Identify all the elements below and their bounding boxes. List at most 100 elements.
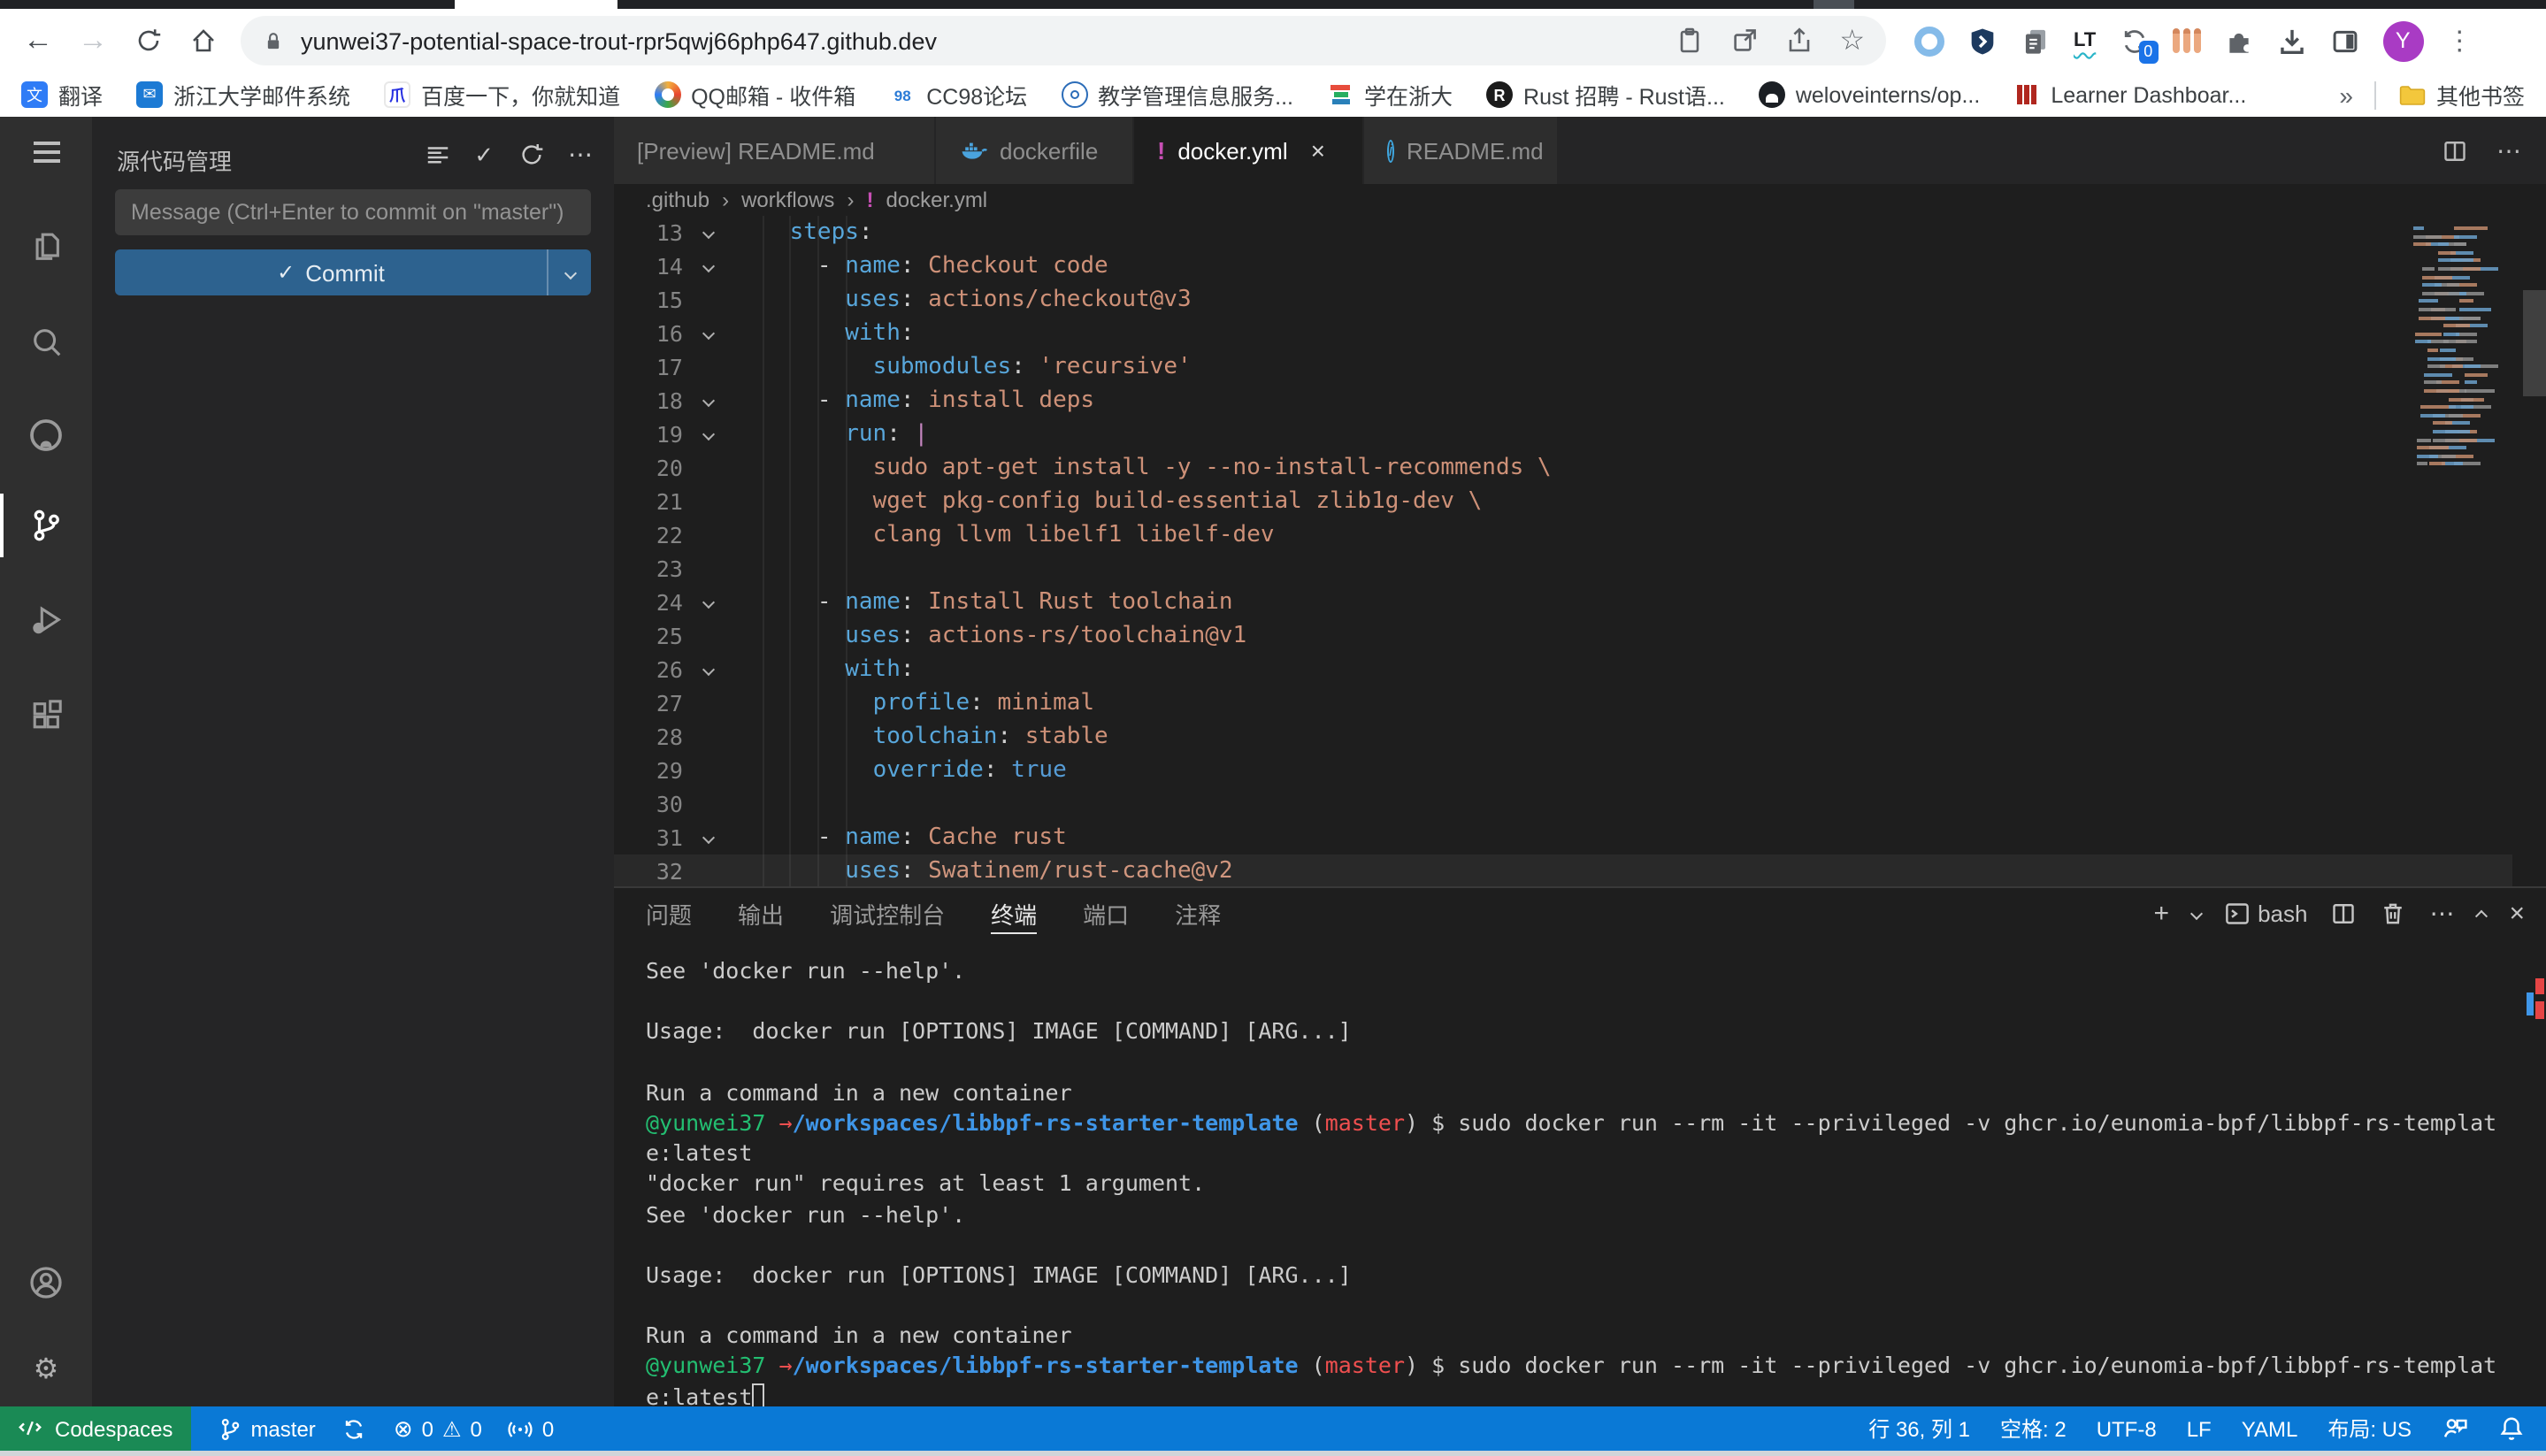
code-line[interactable]: 13 steps: (614, 216, 2546, 249)
bookmark-item[interactable]: weloveinterns/op... (1759, 81, 1980, 108)
panel-tab-注释[interactable]: 注释 (1175, 888, 1221, 939)
other-bookmarks-folder[interactable]: 其他书签 (2397, 78, 2525, 111)
panel-tab-输出[interactable]: 输出 (738, 888, 784, 939)
code-line[interactable]: 16 with: (614, 317, 2546, 350)
tab-readme-md[interactable]: iREADME.md (1364, 117, 1559, 184)
sync-button[interactable] (342, 1416, 367, 1441)
clipboard-icon[interactable] (1675, 27, 1703, 55)
ports-indicator[interactable]: 0 (509, 1416, 554, 1441)
back-icon[interactable]: ← (14, 17, 62, 65)
explorer-icon[interactable] (0, 211, 92, 281)
terminal-output[interactable]: See 'docker run --help'.Usage: docker ru… (646, 955, 2535, 1406)
bookmarks-overflow-icon[interactable]: » (2339, 80, 2353, 109)
open-in-new-icon[interactable] (1729, 27, 1758, 55)
code-line[interactable]: 31 - name: Cache rust (614, 821, 2546, 854)
bookmark-item[interactable]: 文翻译 (21, 78, 103, 111)
fold-icon[interactable] (683, 598, 734, 607)
source-control-icon[interactable] (0, 490, 92, 561)
split-editor-icon[interactable] (2442, 137, 2468, 164)
code-line[interactable]: 27 profile: minimal (614, 686, 2546, 720)
pages-extension-icon[interactable] (2021, 26, 2051, 56)
eol[interactable]: LF (2187, 1416, 2212, 1441)
editor-scrollbar-thumb[interactable] (2523, 290, 2546, 396)
code-line[interactable]: 23 (614, 552, 2546, 586)
view-as-list-icon[interactable] (423, 141, 451, 169)
download-icon[interactable] (2276, 26, 2306, 56)
refresh-extension-icon[interactable]: 0 (2119, 26, 2149, 56)
bookmark-item[interactable]: 学在浙大 (1327, 78, 1453, 111)
cursor-position[interactable]: 行 36, 列 1 (1868, 1414, 1970, 1444)
home-icon[interactable] (179, 17, 226, 65)
code-line[interactable]: 28 toolchain: stable (614, 720, 2546, 754)
bookmark-item[interactable]: 98CC98论坛 (889, 78, 1027, 111)
editor-more-icon[interactable]: ⋯ (2496, 135, 2521, 165)
bell-icon[interactable] (2498, 1415, 2525, 1442)
close-panel-icon[interactable]: × (2509, 899, 2525, 929)
code-line[interactable]: 18 - name: install deps (614, 384, 2546, 418)
github-icon[interactable] (0, 400, 92, 471)
problems-indicator[interactable]: ⊗ 0 ⚠ 0 (394, 1414, 482, 1443)
fold-icon[interactable] (683, 262, 734, 271)
encoding[interactable]: UTF-8 (2097, 1416, 2157, 1441)
profile-avatar[interactable]: Y (2382, 20, 2423, 61)
panel-tab-端口[interactable]: 端口 (1083, 888, 1129, 939)
panel-tab-调试控制台[interactable]: 调试控制台 (830, 888, 945, 939)
bookmark-item[interactable]: Learner Dashboar... (2013, 81, 2246, 108)
browser-menu-icon[interactable]: ⋮ (2446, 25, 2473, 57)
code-line[interactable]: 14 - name: Checkout code (614, 249, 2546, 283)
puzzle-extensions-icon[interactable] (2223, 26, 2253, 56)
search-icon[interactable] (0, 306, 92, 377)
terminal-dropdown-icon[interactable] (2192, 909, 2201, 918)
panel-more-icon[interactable]: ⋯ (2429, 899, 2454, 929)
bookmark-item[interactable]: 爪百度一下，你就知道 (384, 78, 620, 111)
ring-extension-icon[interactable] (1914, 26, 1944, 56)
fold-icon[interactable] (683, 329, 734, 338)
fold-icon[interactable] (683, 430, 734, 439)
remote-indicator[interactable]: Codespaces (0, 1406, 190, 1451)
indentation[interactable]: 空格: 2 (2000, 1414, 2067, 1444)
code-line[interactable]: 24 - name: Install Rust toolchain (614, 586, 2546, 619)
code-line[interactable]: 22 clang llvm libelf1 libelf-dev (614, 518, 2546, 552)
breadcrumb-item[interactable]: workflows (741, 188, 834, 212)
languagetool-icon[interactable]: LT (2074, 30, 2096, 51)
bookmark-star-icon[interactable]: ☆ (1839, 23, 1865, 58)
url-text[interactable]: yunwei37-potential-space-trout-rpr5qwj66… (301, 27, 1675, 54)
code-line[interactable]: 20 sudo apt-get install -y --no-install-… (614, 451, 2546, 485)
code-line[interactable]: 19 run: | (614, 418, 2546, 451)
maximize-panel-icon[interactable] (2477, 909, 2486, 918)
sidebar-more-icon[interactable]: ⋯ (568, 140, 593, 170)
tab-docker-yml[interactable]: !docker.yml× (1134, 117, 1364, 184)
commit-button[interactable]: ✓ Commit (115, 249, 591, 295)
panel-tab-问题[interactable]: 问题 (646, 888, 692, 939)
refresh-icon[interactable] (124, 17, 172, 65)
address-bar[interactable]: yunwei37-potential-space-trout-rpr5qwj66… (241, 16, 1886, 65)
fold-icon[interactable] (683, 833, 734, 842)
language-mode[interactable]: YAML (2242, 1416, 2298, 1441)
fold-icon[interactable] (683, 228, 734, 237)
code-editor[interactable]: 13 steps:14 - name: Checkout code15 uses… (614, 216, 2546, 886)
horizontal-scrollbar[interactable] (614, 854, 2512, 886)
gear-icon[interactable]: ⚙ (0, 1334, 92, 1405)
bullets-extension-icon[interactable] (2172, 28, 2200, 53)
fold-icon[interactable] (683, 665, 734, 674)
terminal-shell-item[interactable]: bash (2224, 900, 2307, 927)
code-line[interactable]: 21 wget pkg-config build-essential zlib1… (614, 485, 2546, 518)
fold-icon[interactable] (683, 396, 734, 405)
tab--preview-readme-md[interactable]: [Preview] README.md (614, 117, 936, 184)
keyboard-layout[interactable]: 布局: US (2327, 1414, 2412, 1444)
forward-icon[interactable]: → (69, 17, 117, 65)
branch-indicator[interactable]: master (217, 1416, 315, 1441)
code-line[interactable]: 25 uses: actions-rs/toolchain@v1 (614, 619, 2546, 653)
commit-message-input[interactable]: Message (Ctrl+Enter to commit on "master… (115, 189, 591, 235)
run-debug-icon[interactable] (0, 584, 92, 655)
bookmark-item[interactable]: ✉浙江大学邮件系统 (136, 78, 350, 111)
side-panel-icon[interactable] (2329, 26, 2359, 56)
bookmark-item[interactable]: RRust 招聘 - Rust语... (1486, 78, 1725, 111)
bookmark-item[interactable]: 教学管理信息服务... (1061, 78, 1293, 111)
account-icon[interactable] (0, 1247, 92, 1318)
panel-tab-终端[interactable]: 终端 (991, 888, 1037, 939)
shield-extension-icon[interactable] (1967, 26, 1998, 56)
feedback-icon[interactable] (2442, 1415, 2468, 1442)
commit-dropdown-button[interactable] (547, 249, 591, 295)
refresh-repo-icon[interactable] (517, 141, 545, 169)
